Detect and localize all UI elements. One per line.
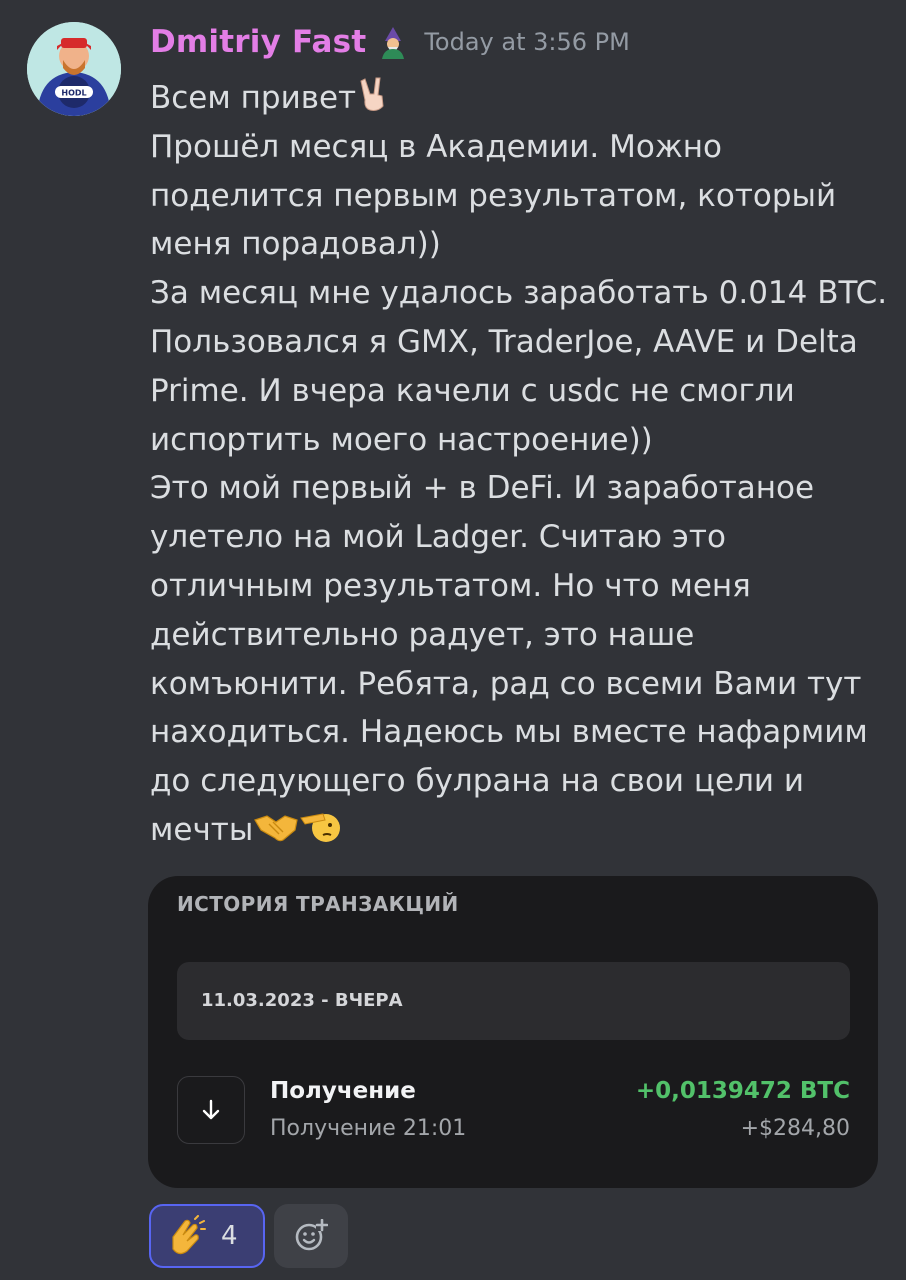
transaction-usd-value: +$284,80 <box>740 1116 850 1141</box>
transaction-history-image[interactable]: ИСТОРИЯ ТРАНЗАКЦИЙ 11.03.2023 - ВЧЕРА По… <box>148 876 878 1188</box>
clapping-hands-icon <box>165 1215 207 1257</box>
message-line: За месяц мне удалось заработать 0.014 BT… <box>150 275 888 312</box>
message-line: Всем привет <box>150 74 890 123</box>
username[interactable]: Dmitriy Fast <box>150 24 366 60</box>
mage-emoji-icon <box>376 25 410 59</box>
message-content: Всем привет Прошёл месяц в Академии. Мож… <box>150 74 890 855</box>
avatar-image: HODL <box>27 22 121 116</box>
reaction-count: 4 <box>221 1221 238 1251</box>
handshake-icon <box>253 808 299 844</box>
message-line: отличным результатом. Но что меня <box>150 567 751 604</box>
add-reaction-button[interactable] <box>274 1204 348 1268</box>
date-label: 11.03.2023 - ВЧЕРА <box>201 990 403 1011</box>
transaction-title: Получение <box>270 1078 416 1104</box>
message-line: Это мой первый + в DeFi. И заработаное <box>150 470 815 507</box>
reaction-clapping[interactable]: 4 <box>149 1204 265 1268</box>
message-line: поделится первым результатом, который <box>150 177 837 214</box>
message-line: действительно радует, это наше <box>150 616 695 653</box>
victory-hand-icon <box>356 76 390 112</box>
message-line: комъюнити. Ребята, рад со всеми Вами тут <box>150 665 862 702</box>
transaction-history-title: ИСТОРИЯ ТРАНЗАКЦИЙ <box>177 892 459 916</box>
transaction-subtitle: Получение 21:01 <box>270 1116 467 1141</box>
avatar-logo-text: HODL <box>61 89 86 98</box>
message-line: испортить моего настроение)) <box>150 421 653 458</box>
message-line: меня порадовал)) <box>150 226 441 263</box>
message-line: улетело на мой Ladger. Считаю это <box>150 519 726 556</box>
message-line: Прошёл месяц в Академии. Можно <box>150 128 722 165</box>
receive-arrow-icon <box>177 1076 245 1144</box>
message-header: Dmitriy Fast Today at 3:56 PM <box>150 18 630 66</box>
date-section-header: 11.03.2023 - ВЧЕРА <box>177 962 850 1040</box>
message-line: находиться. Надеюсь мы вместе нафармим <box>150 714 868 751</box>
message-timestamp: Today at 3:56 PM <box>424 28 630 56</box>
add-reaction-icon <box>295 1219 328 1251</box>
message-line: до следующего булрана на свои цели и <box>150 763 805 800</box>
message-line: Пользовался я GMX, TraderJoe, AAVE и Del… <box>150 323 858 360</box>
saluting-face-icon <box>299 808 343 844</box>
message-line: мечты <box>150 806 890 855</box>
user-avatar[interactable]: HODL <box>27 22 121 116</box>
transaction-amount: +0,0139472 BTC <box>635 1078 850 1104</box>
message-line: Prime. И вчера качели с usdc не смогли <box>150 372 795 409</box>
